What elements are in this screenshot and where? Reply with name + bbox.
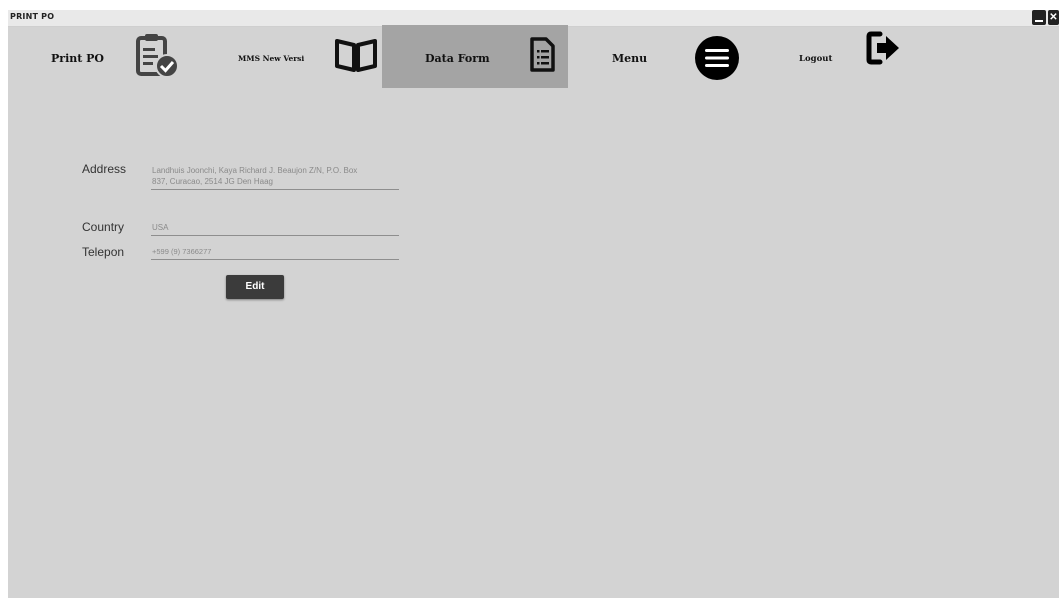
nav-mms-label: MMS New Versi xyxy=(238,54,305,63)
nav-print-po-label: Print PO xyxy=(51,52,105,65)
address-label: Address xyxy=(82,162,127,176)
document-list-icon xyxy=(529,37,555,78)
country-underline xyxy=(151,235,399,236)
logout-icon xyxy=(866,30,902,71)
nav-mms-new-versi[interactable]: MMS New Versi xyxy=(223,25,383,88)
nav-logout-label: Logout xyxy=(799,54,833,64)
open-book-icon xyxy=(334,37,378,78)
address-line-1: Landhuis Joonchi, Kaya Richard J. Beaujo… xyxy=(152,166,358,175)
nav-menu-label: Menu xyxy=(612,52,648,65)
close-button[interactable]: ✕ xyxy=(1048,10,1059,25)
nav-logout[interactable]: Logout xyxy=(778,25,928,88)
address-line-2: 837, Curacao, 2514 JG Den Haag xyxy=(152,177,273,186)
address-underline xyxy=(151,189,399,190)
nav-menu[interactable]: Menu xyxy=(598,25,758,88)
app-window: PRINT PO ✕ Print PO MMS New Versi Data F… xyxy=(8,10,1059,598)
edit-button[interactable]: Edit xyxy=(226,275,284,299)
window-title: PRINT PO xyxy=(10,12,55,21)
hamburger-menu-icon xyxy=(694,35,740,86)
nav-data-form-label: Data Form xyxy=(425,52,490,65)
country-label: Country xyxy=(82,220,125,234)
nav-data-form[interactable]: Data Form xyxy=(382,25,568,88)
country-field[interactable]: USA xyxy=(152,222,400,233)
telepon-label: Telepon xyxy=(82,245,125,259)
nav-print-po[interactable]: Print PO xyxy=(38,25,198,88)
clipboard-check-icon xyxy=(134,33,184,84)
telepon-underline xyxy=(151,259,399,260)
telepon-field[interactable]: +599 (9) 7366277 xyxy=(152,246,400,257)
minimize-button[interactable] xyxy=(1032,10,1046,25)
address-field[interactable]: Landhuis Joonchi, Kaya Richard J. Beaujo… xyxy=(152,165,408,187)
